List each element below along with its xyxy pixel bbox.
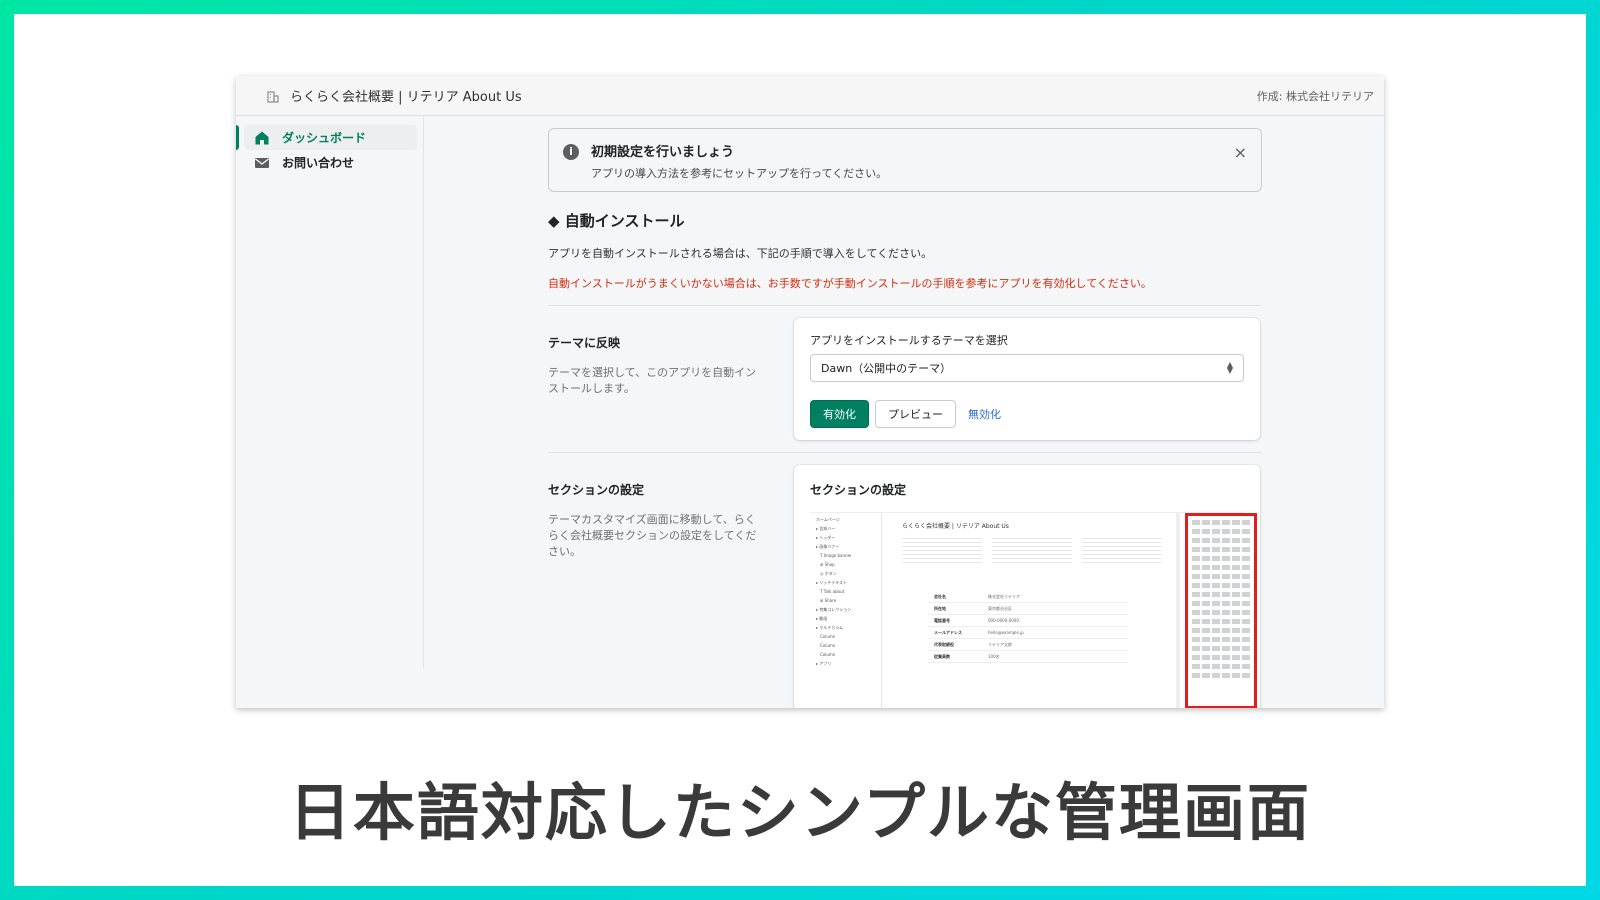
select-arrows-icon: ▲ ▼ <box>1226 360 1233 375</box>
table-row: メールアドレス hello@example.jp <box>928 627 1128 639</box>
section-settings-description: テーマカスタマイズ画面に移動して、らくらく会社概要セクションの設定をしてください… <box>548 513 757 558</box>
section-settings: セクションの設定 テーマカスタマイズ画面に移動して、らくらく会社概要セクションの… <box>548 465 1262 708</box>
top-bar: らくらく会社概要 | リテリア About Us 作成: 株式会社リテリア <box>236 76 1384 116</box>
table-row: 従業員数 100名 <box>928 651 1128 663</box>
sidebar: ダッシュボード お問い合わせ <box>236 117 424 668</box>
sidebar-item-dashboard[interactable]: ダッシュボード <box>236 125 417 150</box>
theme-select[interactable]: Dawn（公開中のテーマ） ▲ ▼ <box>810 354 1244 382</box>
preview-button[interactable]: プレビュー <box>875 400 956 428</box>
info-icon: i <box>563 144 579 160</box>
auto-install-description: アプリを自動インストールされる場合は、下記の手順で導入をしてください。 <box>548 247 933 260</box>
theme-editor-preview-image: ホームページ ▸ 告知バー ▸ ヘッダー ▸ 画像バナー T Image banner… <box>810 512 1257 708</box>
building-icon <box>266 89 280 103</box>
preview-title: らくらく会社概要 | リテリア About Us <box>902 523 1009 530</box>
mail-icon <box>254 155 270 171</box>
sidebar-item-label: ダッシュボード <box>282 131 367 145</box>
sidebar-item-contact[interactable]: お問い合わせ <box>244 150 417 175</box>
home-icon <box>254 130 270 146</box>
banner-title: 初期設定を行いましょう <box>591 145 735 160</box>
app-title: らくらく会社概要 | リテリア About Us <box>290 90 522 105</box>
theme-section-description: テーマを選択して、このアプリを自動インストールします。 <box>548 366 757 395</box>
preview-settings-panel-highlight <box>1185 513 1257 708</box>
main-content: i 初期設定を行いましょう アプリの導入方法を参考にセットアップを行ってください… <box>548 128 1262 708</box>
theme-card: アプリをインストールするテーマを選択 Dawn（公開中のテーマ） ▲ ▼ 有効化 … <box>794 318 1260 440</box>
preview-main: らくらく会社概要 | リテリア About Us 会社名 株式会社リテリア 所在地… <box>884 513 1174 708</box>
creator-label: 作成: 株式会社リテリア <box>1256 89 1374 103</box>
disable-link[interactable]: 無効化 <box>968 406 1001 422</box>
theme-select-label: アプリをインストールするテーマを選択 <box>810 334 1008 347</box>
divider <box>548 452 1262 453</box>
table-row: 代表取締役 リテリア太郎 <box>928 639 1128 651</box>
divider <box>548 305 1262 306</box>
banner-description: アプリの導入方法を参考にセットアップを行ってください。 <box>591 167 888 180</box>
auto-install-warning: 自動インストールがうまくいかない場合は、お手数ですが手動インストールの手順を参考… <box>548 277 1152 290</box>
close-icon[interactable]: × <box>1234 143 1247 162</box>
section-settings-card-title: セクションの設定 <box>810 483 907 497</box>
table-row: 所在地 東京都渋谷区 <box>928 603 1128 615</box>
section-settings-title: セクションの設定 <box>548 483 645 497</box>
app-window: らくらく会社概要 | リテリア About Us 作成: 株式会社リテリア ダッ… <box>236 76 1384 708</box>
theme-select-value: Dawn（公開中のテーマ） <box>821 362 952 375</box>
table-row: 会社名 株式会社リテリア <box>928 591 1128 603</box>
table-row: 電話番号 000-0000-0000 <box>928 615 1128 627</box>
enable-button[interactable]: 有効化 <box>810 400 869 428</box>
caption-heading: 日本語対応したシンプルな管理画面 <box>288 776 1312 849</box>
preview-sidebar: ホームページ ▸ 告知バー ▸ ヘッダー ▸ 画像バナー T Image banner… <box>810 513 882 708</box>
section-settings-card: セクションの設定 ホームページ ▸ 告知バー ▸ ヘッダー ▸ 画像バナー T Ima… <box>794 465 1260 708</box>
auto-install-heading: ◆ 自動インストール <box>548 212 685 230</box>
preview-company-table: 会社名 株式会社リテリア 所在地 東京都渋谷区 電話番号 000-0000-0000 … <box>928 591 1128 663</box>
theme-section-title: テーマに反映 <box>548 336 621 350</box>
theme-section: テーマに反映 テーマを選択して、このアプリを自動インストールします。 アプリをイ… <box>548 318 1262 440</box>
sidebar-item-label: お問い合わせ <box>282 156 355 170</box>
preview-scrollbar <box>1176 513 1180 708</box>
setup-banner: i 初期設定を行いましょう アプリの導入方法を参考にセットアップを行ってください… <box>548 128 1262 192</box>
